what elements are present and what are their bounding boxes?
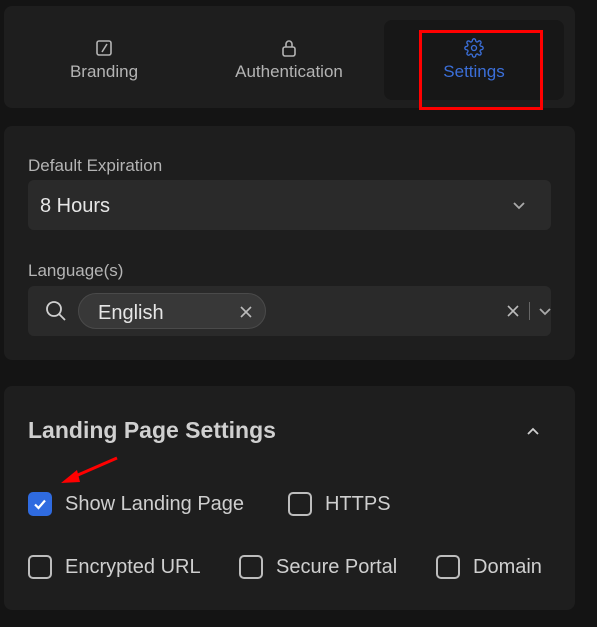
default-expiration-label: Default Expiration	[28, 156, 163, 175]
default-expiration-select[interactable]: 8 Hours	[28, 180, 551, 230]
tab-authentication[interactable]: Authentication	[199, 20, 379, 100]
domain-label: Domain	[473, 555, 542, 578]
language-chip-english: English	[78, 293, 266, 329]
encrypted-url-label: Encrypted URL	[65, 555, 201, 578]
checkmark-icon	[34, 499, 46, 510]
chevron-down-icon[interactable]	[536, 302, 554, 320]
tab-branding-label: Branding	[69, 62, 139, 81]
show-landing-page-label: Show Landing Page	[65, 492, 245, 515]
https-label: HTTPS	[325, 492, 391, 515]
tab-bar: Branding Authentication Settings	[4, 6, 575, 108]
languages-label: Language(s)	[28, 261, 124, 280]
secure-portal-label: Secure Portal	[276, 555, 398, 578]
landing-page-settings-panel: Landing Page Settings Show Landing Page …	[4, 386, 575, 610]
encrypted-url-checkbox[interactable]: Encrypted URL	[28, 555, 201, 579]
branding-icon	[96, 40, 112, 56]
checkbox-unchecked[interactable]	[239, 555, 263, 579]
chevron-up-icon[interactable]	[523, 421, 543, 441]
languages-multiselect[interactable]: English	[28, 286, 551, 336]
settings-form: Default Expiration 8 Hours Language(s) E…	[4, 126, 575, 360]
remove-chip-icon[interactable]	[239, 305, 253, 319]
section-title: Landing Page Settings	[28, 417, 276, 443]
show-landing-page-checkbox[interactable]: Show Landing Page	[28, 492, 244, 516]
default-expiration-value: 8 Hours	[40, 195, 111, 217]
tab-settings-label: Settings	[443, 62, 505, 81]
search-icon	[46, 301, 66, 321]
annotation-arrow	[61, 456, 118, 483]
chevron-down-icon	[513, 202, 525, 210]
tab-authentication-label: Authentication	[235, 62, 343, 81]
lock-icon	[282, 40, 296, 57]
domain-checkbox[interactable]: Domain	[436, 555, 542, 579]
clear-icon[interactable]	[506, 304, 520, 318]
language-chip-label: English	[98, 302, 164, 324]
gear-icon	[464, 38, 484, 58]
checkbox-checked[interactable]	[28, 492, 52, 516]
checkbox-unchecked[interactable]	[288, 492, 312, 516]
divider	[529, 302, 530, 320]
tab-settings[interactable]: Settings	[384, 20, 564, 100]
secure-portal-checkbox[interactable]: Secure Portal	[239, 555, 397, 579]
checkbox-unchecked[interactable]	[436, 555, 460, 579]
checkbox-unchecked[interactable]	[28, 555, 52, 579]
tab-branding[interactable]: Branding	[14, 20, 194, 100]
https-checkbox[interactable]: HTTPS	[288, 492, 391, 516]
